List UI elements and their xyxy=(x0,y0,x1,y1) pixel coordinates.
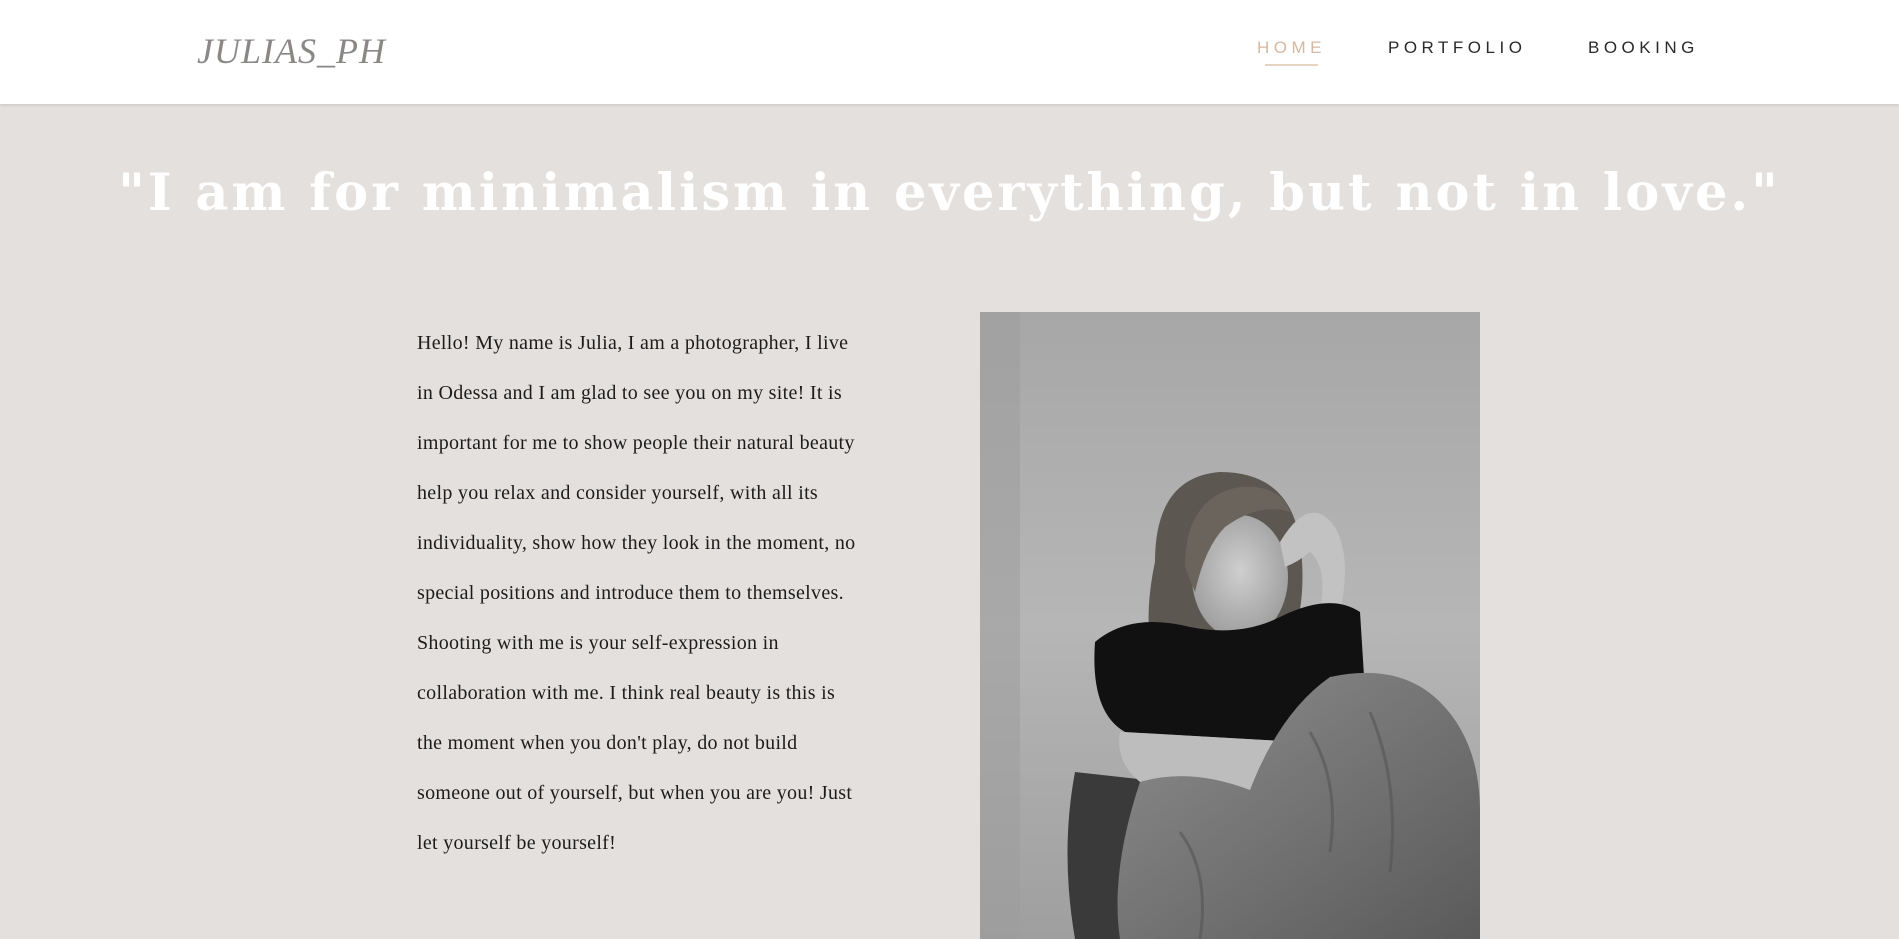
portrait-illustration xyxy=(980,312,1480,939)
nav-home[interactable]: HOME xyxy=(1257,38,1326,58)
hero-quote: "I am for minimalism in everything, but … xyxy=(118,163,1781,223)
active-nav-underline xyxy=(1265,64,1318,66)
site-header: JULIAS_PH HOME PORTFOLIO BOOKING xyxy=(0,0,1899,104)
main-nav: HOME PORTFOLIO BOOKING xyxy=(0,38,1899,68)
portrait-photo xyxy=(980,312,1480,939)
nav-portfolio[interactable]: PORTFOLIO xyxy=(1388,38,1526,58)
about-text: Hello! My name is Julia, I am a photogra… xyxy=(417,332,856,854)
nav-booking[interactable]: BOOKING xyxy=(1588,38,1699,58)
